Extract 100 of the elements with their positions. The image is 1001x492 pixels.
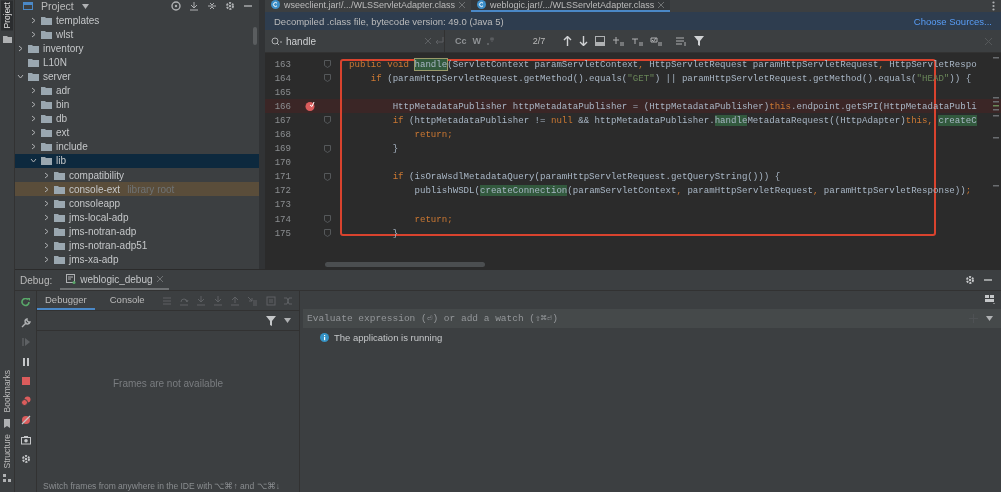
breakpoint-icon[interactable] — [305, 101, 315, 112]
tree-item[interactable]: jms-local-adp — [15, 210, 259, 225]
close-icon[interactable] — [156, 276, 163, 282]
chevron-right-icon[interactable] — [42, 256, 50, 264]
error-stripe-marks[interactable] — [993, 57, 999, 187]
chevron-right-icon[interactable] — [29, 16, 37, 24]
stop-icon[interactable] — [20, 376, 31, 386]
panel-tab[interactable]: Console — [101, 291, 153, 310]
chevron-right-icon[interactable] — [29, 143, 37, 151]
fold-marker-icon[interactable] — [324, 229, 331, 238]
line-number: 171 — [273, 171, 292, 183]
watch-field[interactable]: Evaluate expression (⏎) or add a watch (⇧⌘⏎) — [303, 309, 1001, 328]
tree-item[interactable]: lib — [15, 153, 259, 169]
tree-item[interactable]: bin — [15, 97, 259, 112]
tree-item[interactable]: jms-notran-adp51 — [15, 238, 259, 253]
filter-icon[interactable] — [694, 36, 704, 46]
tool-window-tab[interactable]: Bookmarks — [1, 368, 13, 415]
class-file-icon — [477, 0, 487, 9]
chevron-right-icon[interactable] — [42, 213, 50, 221]
settings-icon[interactable] — [965, 275, 975, 285]
class-file-icon — [271, 0, 280, 9]
tree-item[interactable]: include — [15, 139, 259, 154]
bookmark-icon — [3, 418, 11, 428]
rerun-icon[interactable] — [20, 298, 31, 308]
scrollbar-thumb[interactable] — [325, 262, 485, 267]
tree-item[interactable]: consoleapp — [15, 196, 259, 211]
folder-icon — [54, 184, 65, 194]
fold-marker-icon[interactable] — [324, 60, 331, 69]
mute-breakpoints-icon[interactable] — [20, 415, 31, 425]
chevron-right-icon[interactable] — [29, 30, 37, 38]
editor-tab[interactable]: weblogic.jar!/.../WLSServletAdapter.class — [471, 0, 671, 12]
fold-marker-icon[interactable] — [324, 172, 331, 181]
fold-marker-icon[interactable] — [324, 215, 331, 224]
search-field[interactable]: handle — [286, 35, 421, 47]
line-number: 169 — [273, 143, 292, 155]
tree-item[interactable]: templates — [15, 13, 259, 28]
settings-icon[interactable] — [20, 454, 31, 464]
chevron-right-icon[interactable] — [29, 129, 37, 137]
folder-icon — [54, 241, 65, 251]
tool-window-tab[interactable]: Structure — [1, 431, 13, 470]
tree-item[interactable]: jms-xa-adp — [15, 252, 259, 267]
choose-sources-link[interactable]: Choose Sources... — [913, 15, 992, 27]
target-icon[interactable] — [171, 1, 181, 11]
breakpoints-icon[interactable] — [20, 395, 31, 406]
code-line: if (httpMetadataPublisher != null && httpMetadataPublisher.handleMetadataRequest((HttpAdapter)this, createC — [391, 114, 977, 126]
chevron-right-icon[interactable] — [29, 87, 37, 94]
caret-icon[interactable] — [284, 318, 291, 323]
panel-title[interactable]: Project — [41, 0, 74, 12]
close-icon[interactable] — [459, 1, 466, 8]
panel-tab[interactable]: Debugger — [37, 291, 95, 310]
fold-marker-icon[interactable] — [324, 144, 331, 153]
chevron-right-icon[interactable] — [42, 185, 50, 193]
settings-icon[interactable] — [225, 1, 235, 11]
tree-item[interactable]: compatibility — [15, 168, 259, 183]
search-option[interactable]: W — [472, 36, 481, 46]
chevron-right-icon[interactable] — [16, 44, 24, 52]
empty-message: Frames are not available — [111, 378, 225, 391]
tree-item[interactable]: wlst — [15, 27, 259, 42]
chevron-down-icon[interactable] — [29, 157, 37, 165]
remove-occurrence-icon[interactable] — [631, 36, 643, 46]
layout-icon[interactable] — [985, 294, 995, 304]
tree-item[interactable]: server — [15, 69, 259, 84]
tree-item[interactable]: db — [15, 111, 259, 126]
tree-item[interactable]: console-ext library root — [15, 182, 259, 197]
watch-input[interactable]: Evaluate expression (⏎) or add a watch (⇧⌘⏎) — [307, 313, 961, 324]
chevron-right-icon[interactable] — [42, 171, 50, 179]
tree-item[interactable]: inventory — [15, 41, 259, 56]
tree-item[interactable]: ext — [15, 125, 259, 140]
session-tab[interactable]: weblogic_debug — [60, 270, 169, 290]
arrow-up-icon[interactable] — [563, 36, 572, 46]
more-icon[interactable] — [992, 1, 995, 11]
caret-icon[interactable] — [81, 3, 89, 9]
line-number: 164 — [273, 72, 292, 84]
folder-icon — [28, 43, 39, 53]
chevron-right-icon[interactable] — [29, 115, 37, 123]
wrench-icon[interactable] — [20, 317, 31, 328]
add-occurrence-icon[interactable] — [612, 36, 624, 46]
fold-marker-icon[interactable] — [324, 116, 331, 125]
expand-all-icon[interactable] — [189, 1, 199, 11]
panel-title: Debug: — [20, 274, 53, 286]
close-icon[interactable] — [658, 1, 665, 8]
caret-icon[interactable] — [986, 316, 993, 321]
tree-item[interactable]: L10N — [15, 55, 259, 70]
editor-tab[interactable]: wseeclient.jar!/.../WLSServletAdapter.class — [265, 0, 472, 12]
tool-window-tab[interactable]: Project — [1, 0, 13, 31]
chevron-right-icon[interactable] — [29, 101, 37, 109]
arrow-down-icon[interactable] — [579, 36, 588, 46]
chevron-down-icon[interactable] — [16, 72, 24, 80]
tree-item[interactable]: adr — [15, 83, 259, 98]
filter-icon[interactable] — [266, 315, 276, 326]
search-option[interactable]: Cc — [455, 36, 467, 46]
camera-icon[interactable] — [20, 434, 31, 445]
window-icon[interactable] — [595, 36, 605, 46]
pause-icon[interactable] — [20, 356, 31, 367]
chevron-right-icon[interactable] — [42, 227, 50, 235]
chevron-right-icon[interactable] — [42, 199, 50, 207]
chevron-right-icon[interactable] — [42, 242, 50, 250]
multiline-icon[interactable] — [675, 36, 687, 46]
fold-marker-icon[interactable] — [324, 74, 331, 83]
tree-item[interactable]: jms-notran-adp — [15, 224, 259, 239]
